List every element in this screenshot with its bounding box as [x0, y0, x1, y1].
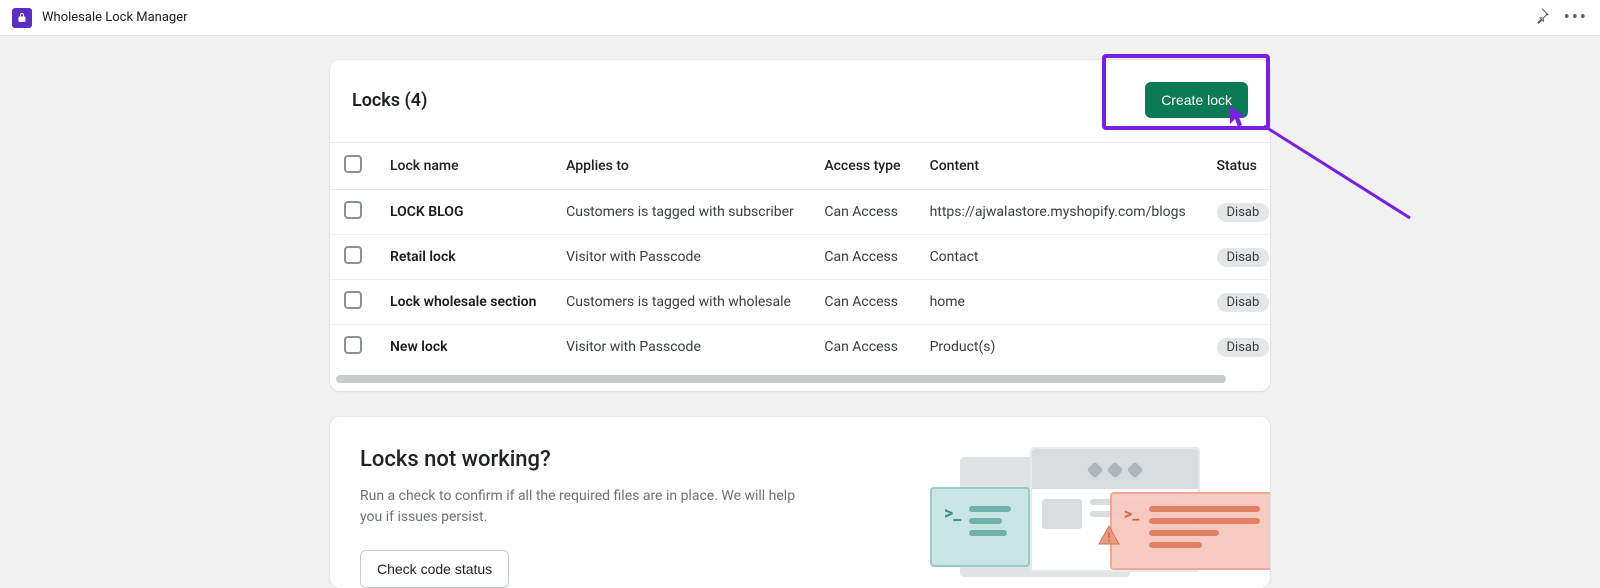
cell-access: Can Access — [810, 325, 915, 370]
app-title: Wholesale Lock Manager — [42, 10, 188, 25]
cell-lock-name: Retail lock — [376, 235, 552, 280]
cell-access: Can Access — [810, 190, 915, 235]
cell-content: Product(s) — [916, 325, 1203, 370]
pin-icon[interactable] — [1534, 8, 1550, 28]
cell-content: home — [916, 280, 1203, 325]
col-content: Content — [916, 143, 1203, 190]
col-status: Status — [1203, 143, 1270, 190]
cell-lock-name: New lock — [376, 325, 552, 370]
help-illustration: >_ >_ — [850, 447, 1240, 587]
more-icon[interactable]: ••• — [1564, 9, 1588, 27]
page-content: Locks (4) Create lock Lock name Applies … — [0, 36, 1600, 588]
check-code-status-button[interactable]: Check code status — [360, 550, 509, 588]
col-applies-to: Applies to — [552, 143, 810, 190]
cell-access: Can Access — [810, 280, 915, 325]
status-badge: Disab — [1217, 248, 1270, 267]
cell-applies: Visitor with Passcode — [552, 325, 810, 370]
cell-content: https://ajwalastore.myshopify.com/blogs — [916, 190, 1203, 235]
table-row[interactable]: Lock wholesale section Customers is tagg… — [330, 280, 1270, 325]
app-lock-icon — [12, 8, 32, 28]
cell-applies: Customers is tagged with wholesale — [552, 280, 810, 325]
row-checkbox[interactable] — [344, 246, 362, 264]
status-badge: Disab — [1217, 338, 1270, 357]
table-row[interactable]: Retail lock Visitor with Passcode Can Ac… — [330, 235, 1270, 280]
help-card: Locks not working? Run a check to confir… — [330, 417, 1270, 588]
help-text: Run a check to confirm if all the requir… — [360, 486, 800, 528]
locks-title: Locks (4) — [352, 90, 427, 111]
locks-card: Locks (4) Create lock Lock name Applies … — [330, 60, 1270, 391]
cell-applies: Visitor with Passcode — [552, 235, 810, 280]
cell-applies: Customers is tagged with subscriber — [552, 190, 810, 235]
help-title: Locks not working? — [360, 447, 800, 472]
locks-card-header: Locks (4) Create lock — [330, 60, 1270, 142]
locks-table-wrap: Lock name Applies to Access type Content… — [330, 142, 1270, 391]
horizontal-scrollbar[interactable] — [336, 375, 1226, 383]
select-all-cell — [330, 143, 376, 190]
cell-content: Contact — [916, 235, 1203, 280]
cell-lock-name: Lock wholesale section — [376, 280, 552, 325]
locks-table: Lock name Applies to Access type Content… — [330, 142, 1270, 369]
help-left: Locks not working? Run a check to confir… — [360, 447, 800, 588]
status-badge: Disab — [1217, 203, 1270, 222]
col-lock-name: Lock name — [376, 143, 552, 190]
table-header-row: Lock name Applies to Access type Content… — [330, 143, 1270, 190]
select-all-checkbox[interactable] — [344, 155, 362, 173]
table-row[interactable]: LOCK BLOG Customers is tagged with subsc… — [330, 190, 1270, 235]
row-checkbox[interactable] — [344, 201, 362, 219]
row-checkbox[interactable] — [344, 336, 362, 354]
top-bar: Wholesale Lock Manager ••• — [0, 0, 1600, 36]
status-badge: Disab — [1217, 293, 1270, 312]
create-lock-button[interactable]: Create lock — [1145, 82, 1248, 118]
cell-access: Can Access — [810, 235, 915, 280]
col-access-type: Access type — [810, 143, 915, 190]
table-row[interactable]: New lock Visitor with Passcode Can Acces… — [330, 325, 1270, 370]
cell-lock-name: LOCK BLOG — [376, 190, 552, 235]
top-bar-left: Wholesale Lock Manager — [12, 8, 188, 28]
row-checkbox[interactable] — [344, 291, 362, 309]
top-bar-right: ••• — [1534, 8, 1588, 28]
